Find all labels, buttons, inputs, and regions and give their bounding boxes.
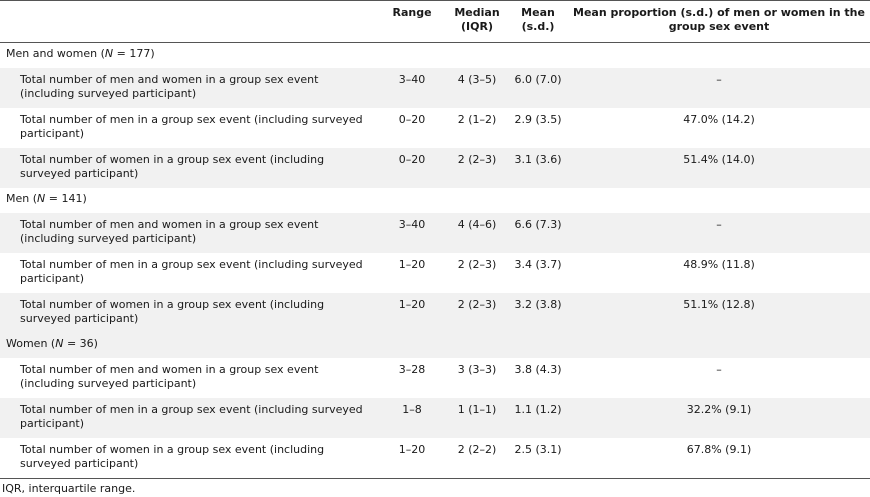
cell-range: 3–28	[398, 363, 426, 376]
header-proportion: Mean proportion (s.d.) of men or women i…	[568, 0, 870, 43]
cell-mean: 3.4 (3.7)	[514, 258, 562, 271]
table-row: Total number of men in a group sex event…	[0, 398, 870, 438]
table-row: Total number of women in a group sex eve…	[0, 148, 870, 188]
row-label: Total number of women in a group sex eve…	[0, 438, 378, 479]
cell-proportion: 47.0% (14.2)	[683, 113, 755, 126]
header-median: Median (IQR)	[446, 0, 508, 43]
row-label: Total number of men and women in a group…	[0, 68, 378, 108]
cell-median: 2 (2–2)	[446, 438, 508, 479]
header-label	[0, 0, 378, 43]
cell-median: 3 (3–3)	[457, 363, 497, 376]
table-row: Total number of men and women in a group…	[0, 68, 870, 108]
table-figure: Range Median (IQR) Mean (s.d.) Mean prop…	[0, 0, 870, 497]
row-label: Total number of women in a group sex eve…	[0, 293, 378, 333]
cell-median: 2 (2–3)	[457, 258, 497, 271]
table-row: Total number of men in a group sex event…	[0, 253, 870, 293]
table-row: Total number of women in a group sex eve…	[0, 438, 870, 479]
cell-median: 1 (1–1)	[446, 398, 508, 438]
cell-range: 3–40	[378, 68, 446, 108]
cell-median: 4 (4–6)	[446, 213, 508, 253]
cell-proportion: 32.2% (9.1)	[568, 398, 870, 438]
cell-range: 0–20	[398, 113, 426, 126]
cell-proportion: –	[568, 213, 870, 253]
cell-range: 3–40	[378, 213, 446, 253]
cell-proportion: –	[568, 68, 870, 108]
cell-range: 1–20	[378, 293, 446, 333]
cell-range: 1–20	[398, 258, 426, 271]
cell-mean: 3.2 (3.8)	[508, 293, 568, 333]
row-label: Total number of men and women in a group…	[20, 363, 319, 390]
cell-range: 0–20	[378, 148, 446, 188]
cell-mean: 3.8 (4.3)	[514, 363, 562, 376]
row-label: Total number of men in a group sex event…	[20, 113, 363, 140]
results-table: Range Median (IQR) Mean (s.d.) Mean prop…	[0, 0, 870, 479]
cell-median: 2 (1–2)	[457, 113, 497, 126]
row-label: Total number of women in a group sex eve…	[0, 148, 378, 188]
row-label: Total number of men in a group sex event…	[20, 258, 363, 285]
cell-mean: 1.1 (1.2)	[508, 398, 568, 438]
cell-median: 2 (2–3)	[446, 148, 508, 188]
cell-median: 4 (3–5)	[446, 68, 508, 108]
header-row: Range Median (IQR) Mean (s.d.) Mean prop…	[0, 0, 870, 43]
cell-range: 1–20	[378, 438, 446, 479]
row-label: Total number of men in a group sex event…	[0, 398, 378, 438]
table-row: Total number of men in a group sex event…	[0, 108, 870, 148]
cell-proportion: 51.1% (12.8)	[568, 293, 870, 333]
table-footnote: IQR, interquartile range.	[2, 482, 136, 495]
cell-mean: 6.6 (7.3)	[508, 213, 568, 253]
cell-mean: 2.9 (3.5)	[514, 113, 562, 126]
row-label: Total number of men and women in a group…	[0, 213, 378, 253]
cell-mean: 6.0 (7.0)	[508, 68, 568, 108]
cell-mean: 3.1 (3.6)	[508, 148, 568, 188]
cell-median: 2 (2–3)	[446, 293, 508, 333]
cell-proportion: 48.9% (11.8)	[683, 258, 755, 271]
table-row: Total number of men and women in a group…	[0, 358, 870, 398]
group-row: Men (N = 141)	[0, 188, 870, 213]
group-label: Men and women (N = 177)	[6, 47, 155, 60]
cell-proportion: 51.4% (14.0)	[568, 148, 870, 188]
cell-proportion: –	[716, 363, 722, 376]
header-range: Range	[378, 0, 446, 43]
group-row: Men and women (N = 177)	[0, 43, 870, 69]
group-label: Women (N = 36)	[0, 333, 870, 358]
group-label: Men (N = 141)	[6, 192, 87, 205]
cell-range: 1–8	[378, 398, 446, 438]
cell-mean: 2.5 (3.1)	[508, 438, 568, 479]
table-row: Total number of women in a group sex eve…	[0, 293, 870, 333]
group-row: Women (N = 36)	[0, 333, 870, 358]
header-mean: Mean (s.d.)	[508, 0, 568, 43]
table-row: Total number of men and women in a group…	[0, 213, 870, 253]
cell-proportion: 67.8% (9.1)	[568, 438, 870, 479]
